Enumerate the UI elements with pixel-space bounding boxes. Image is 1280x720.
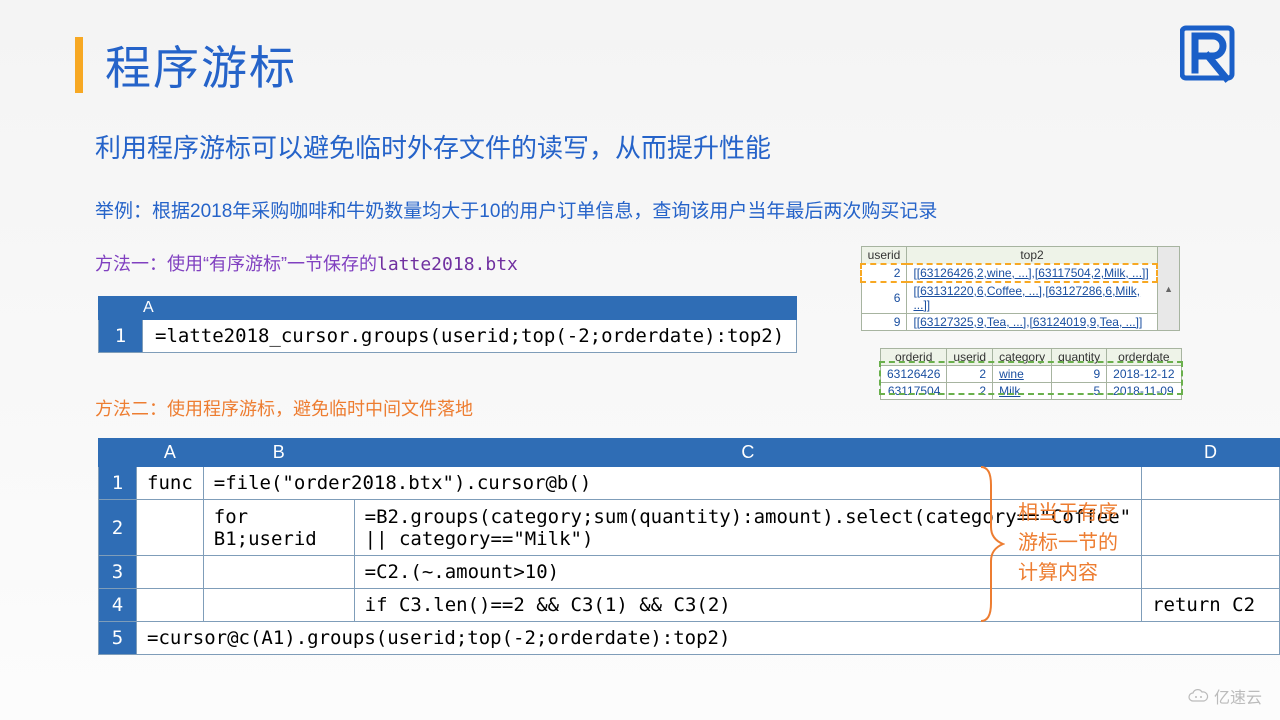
cloud-icon <box>1186 687 1210 705</box>
brace-annotation: 相当于有序 游标一节的 计算内容 <box>1018 498 1118 588</box>
table-row: 1 func =file("order2018.btx").cursor@b() <box>99 467 1280 500</box>
table2-corner <box>99 439 137 467</box>
title-accent-bar <box>75 37 83 93</box>
table-row: 9 [[63127325,9,Tea, ...],[63124019,9,Tea… <box>861 314 1180 331</box>
table-row: 5 =cursor@c(A1).groups(userid;top(-2;ord… <box>99 622 1280 655</box>
table1-corner <box>99 297 143 320</box>
table2-hdr-d: D <box>1142 439 1280 467</box>
table-row: 2 [[63126426,2,wine, ...],[63117504,2,Mi… <box>861 264 1180 282</box>
table2-hdr-c: C <box>354 439 1141 467</box>
method1-label: 方法一：使用“有序游标”一节保存的latte2018.btx <box>95 250 518 276</box>
subtitle: 利用程序游标可以避免临时外存文件的读写，从而提升性能 <box>95 128 771 165</box>
code-table-1: A 1 =latte2018_cursor.groups(userid;top(… <box>98 296 797 353</box>
r-logo-icon <box>1180 24 1250 84</box>
slide-title: 程序游标 <box>75 32 297 98</box>
scroll-up-icon[interactable]: ▲ <box>1164 284 1173 294</box>
result-table-1: userid top2 ▲ 2 [[63126426,2,wine, ...],… <box>860 246 1180 331</box>
table-row: 63117504 2 Milk 5 2018-11-09 <box>881 383 1182 400</box>
watermark-text: 亿速云 <box>1214 684 1262 708</box>
table-row: 1 =latte2018_cursor.groups(userid;top(-2… <box>99 320 797 353</box>
table2-hdr-b: B <box>203 439 354 467</box>
method1-prefix: 方法一：使用“有序游标”一节保存的 <box>95 254 377 274</box>
curly-brace <box>977 465 1005 623</box>
table1-rownum: 1 <box>99 320 143 353</box>
method2-label: 方法二：使用程序游标，避免临时中间文件落地 <box>95 395 473 421</box>
table-row: 6 [[63131220,6,Coffee, ...],[63127286,6,… <box>861 282 1180 314</box>
result-table-2: orderid userid category quantity orderda… <box>880 348 1182 400</box>
page-title: 程序游标 <box>105 32 297 98</box>
example-text: 举例：根据2018年采购咖啡和牛奶数量均大于10的用户订单信息，查询该用户当年最… <box>95 196 937 223</box>
table1-cell-a1: =latte2018_cursor.groups(userid;top(-2;o… <box>143 320 797 353</box>
table-row: 4 if C3.len()==2 && C3(1) && C3(2) retur… <box>99 589 1280 622</box>
table1-header-a: A <box>143 297 797 320</box>
watermark: 亿速云 <box>1186 684 1262 708</box>
table2-hdr-a: A <box>137 439 204 467</box>
brace-icon <box>977 465 1005 623</box>
method1-filename: latte2018.btx <box>377 254 518 275</box>
res1-hdr-userid: userid <box>861 247 907 265</box>
table-row: 63126426 2 wine 9 2018-12-12 <box>881 366 1182 383</box>
scrollbar[interactable]: ▲ <box>1157 247 1179 331</box>
res1-hdr-top2: top2 <box>907 247 1157 265</box>
brand-logo <box>1180 24 1250 89</box>
